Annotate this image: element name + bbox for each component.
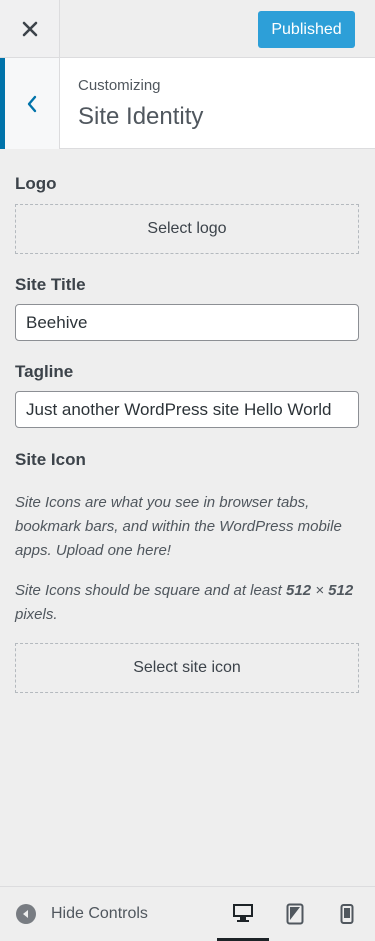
size-note-times: × [311,582,329,599]
page-title: Site Identity [78,103,204,130]
section-title-bar: Customizing Site Identity [0,58,375,149]
back-button[interactable] [0,58,60,149]
site-icon-description: Site Icons are what you see in browser t… [15,494,342,559]
preview-tablet-button[interactable] [269,887,321,941]
mobile-icon [340,904,354,924]
size-note-suffix: pixels. [15,606,58,623]
site-icon-label: Site Icon [15,450,86,469]
chevron-left-icon [27,95,37,112]
tablet-icon [286,903,304,925]
preview-mobile-button[interactable] [321,887,373,941]
site-icon-size-note: Site Icons should be square and at least… [15,579,355,627]
publish-button[interactable]: Published [258,11,355,48]
hide-controls-label: Hide Controls [51,905,148,922]
select-site-icon-button[interactable]: Select site icon [15,643,359,693]
logo-label: Logo [15,174,57,193]
tagline-input[interactable] [15,391,359,428]
size-note-width: 512 [286,582,312,599]
select-logo-button[interactable]: Select logo [15,204,359,254]
close-icon [22,21,37,36]
collapse-icon [16,904,36,924]
size-note-prefix: Site Icons should be square and at least [15,582,287,599]
site-title-label: Site Title [15,275,86,294]
customizer-header: Published [0,0,375,58]
tagline-label: Tagline [15,362,74,381]
close-button[interactable] [0,0,60,57]
size-note-height: 512 [328,582,354,599]
hide-controls-button[interactable]: Hide Controls [16,904,148,924]
desktop-icon [233,903,253,922]
customizer-footer: Hide Controls [0,886,375,941]
breadcrumb: Customizing [78,77,161,94]
preview-desktop-button[interactable] [217,887,269,941]
site-title-input[interactable] [15,304,359,341]
